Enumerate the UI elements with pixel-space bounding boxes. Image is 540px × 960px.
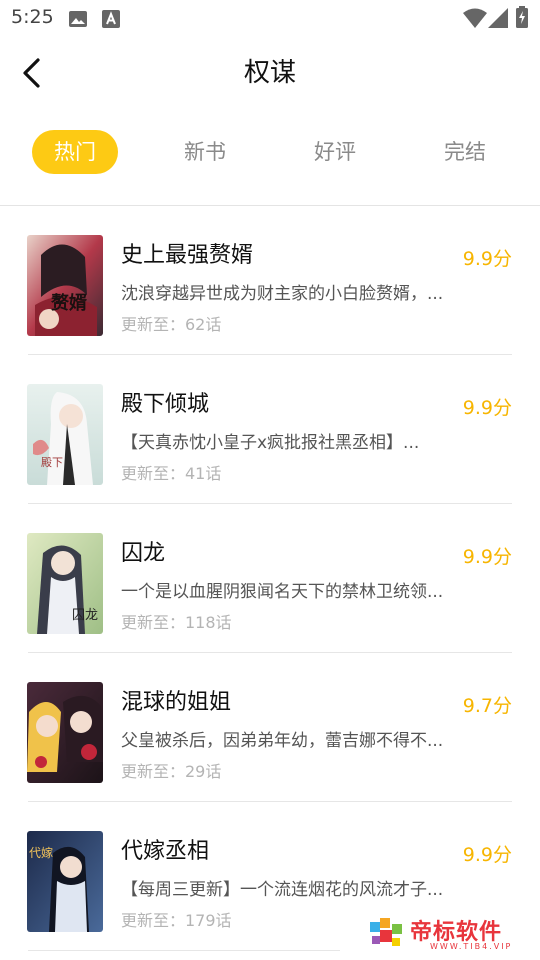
status-bar: 5:25 [0, 0, 540, 36]
list-item[interactable]: 殿下 殿下倾城 9.9分 【天真赤忱小皇子x疯批报社黑丞相】... 更新至：41… [0, 355, 540, 504]
comic-description: 父皇被杀后，因弟弟年幼，蕾吉娜不得不... [121, 731, 444, 751]
cover-image[interactable]: 赘婿 [27, 235, 103, 336]
comic-update: 更新至：179话 [121, 911, 232, 930]
comic-description: 【天真赤忱小皇子x疯批报社黑丞相】... [121, 433, 420, 453]
battery-icon [516, 6, 528, 32]
cover-image[interactable] [27, 682, 103, 783]
comic-update: 更新至：62话 [121, 315, 222, 334]
comic-update: 更新至：118话 [121, 613, 232, 632]
watermark-sub: WWW.TIB4.VIP [430, 942, 513, 951]
comic-title: 代嫁丞相 [121, 839, 210, 864]
comic-title: 殿下倾城 [121, 392, 210, 417]
svg-text:囚龙: 囚龙 [72, 608, 98, 623]
comic-update: 更新至：41话 [121, 464, 222, 483]
signal-icon [488, 8, 508, 32]
comic-title: 史上最强赘婿 [121, 243, 254, 268]
page-title: 权谋 [243, 58, 296, 88]
svg-text:殿下: 殿下 [41, 456, 63, 469]
comic-description: 【每周三更新】一个流连烟花的风流才子... [121, 880, 444, 900]
tab-completed[interactable]: 完结 [422, 130, 508, 174]
comic-score: 9.9分 [462, 248, 512, 270]
tab-hot[interactable]: 热门 [32, 130, 118, 174]
wifi-icon [463, 8, 487, 32]
list-separator [28, 950, 340, 951]
list-item[interactable]: 囚龙 囚龙 9.9分 一个是以血腥阴狠闻名天下的禁林卫统领... 更新至：118… [0, 504, 540, 653]
tab-new-books[interactable]: 新书 [162, 130, 248, 174]
svg-text:代嫁: 代嫁 [29, 845, 53, 860]
image-icon [68, 10, 88, 32]
comic-title: 混球的姐姐 [121, 690, 232, 715]
cover-image[interactable]: 囚龙 [27, 533, 103, 634]
svg-text:赘婿: 赘婿 [50, 292, 87, 314]
list-item[interactable]: 赘婿 史上最强赘婿 9.9分 沈浪穿越异世成为财主家的小白脸赘婿，... 更新至… [0, 206, 540, 355]
cover-image[interactable]: 代嫁 [27, 831, 103, 932]
comic-update: 更新至：29话 [121, 762, 222, 781]
comic-score: 9.7分 [462, 695, 512, 717]
list-item[interactable]: 混球的姐姐 9.7分 父皇被杀后，因弟弟年幼，蕾吉娜不得不... 更新至：29话 [0, 653, 540, 802]
status-time: 5:25 [11, 6, 54, 28]
comic-description: 一个是以血腥阴狠闻名天下的禁林卫统领... [121, 582, 444, 602]
comic-score: 9.9分 [462, 546, 512, 568]
category-tabs: 热门 新书 好评 完结 [0, 108, 540, 204]
comic-title: 囚龙 [121, 541, 166, 566]
comic-description: 沈浪穿越异世成为财主家的小白脸赘婿，... [121, 284, 444, 304]
comic-score: 9.9分 [462, 397, 512, 419]
app-bar: 权谋 [0, 36, 540, 108]
tab-good-reviews[interactable]: 好评 [292, 130, 378, 174]
a-notification-icon [102, 10, 120, 32]
cube-logo-icon [368, 916, 406, 956]
cover-image[interactable]: 殿下 [27, 384, 103, 485]
watermark-logo: 帝标软件 WWW.TIB4.VIP [368, 912, 518, 958]
comic-score: 9.9分 [462, 844, 512, 866]
